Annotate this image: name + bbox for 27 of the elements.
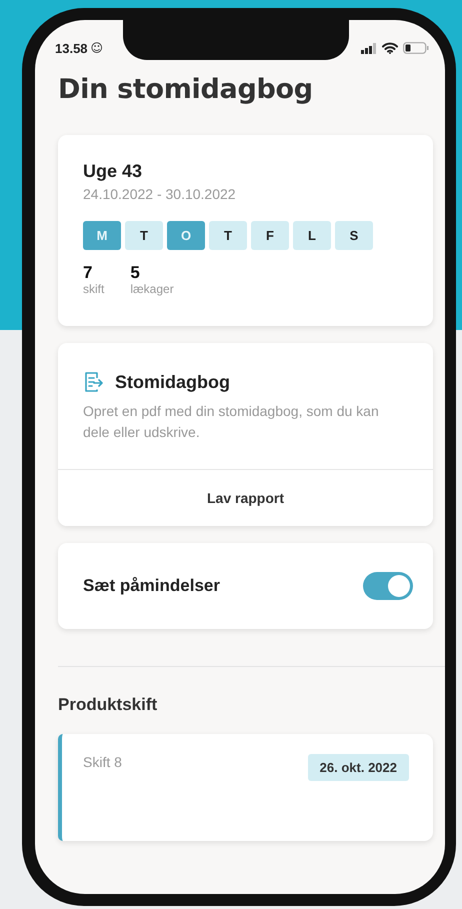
day-chip[interactable]: F <box>251 221 289 250</box>
page-title: Din stomidagbog <box>58 74 314 107</box>
status-emoji: ☺ <box>90 41 104 55</box>
stat-label: skift <box>83 282 104 296</box>
reminder-label: Sæt påmindelser <box>83 576 220 596</box>
week-title: Uge 43 <box>83 161 144 182</box>
day-chip[interactable]: T <box>125 221 163 250</box>
day-chip[interactable]: S <box>335 221 373 250</box>
stat-value: 5 <box>130 264 141 282</box>
battery-icon <box>403 42 429 54</box>
stat-label: lækager <box>130 282 174 296</box>
signal-icon <box>361 42 377 54</box>
wifi-icon <box>382 42 398 54</box>
reminder-toggle[interactable] <box>363 572 413 600</box>
report-title: Stomidagbog <box>115 372 230 392</box>
document-icon <box>83 371 105 393</box>
create-report-button[interactable]: Lav rapport <box>58 470 433 526</box>
week-dates: 24.10.2022 - 30.10.2022 <box>83 186 237 202</box>
section-title: Produktskift <box>58 695 158 715</box>
clock-time: 13.58 <box>55 40 88 56</box>
report-description: Opret en pdf med din stomidagbog, som du kan dele eller udskrive. <box>83 402 380 442</box>
product-change-card[interactable]: Skift 8 26. okt. 2022 <box>58 734 433 841</box>
date-badge: 26. okt. 2022 <box>308 754 409 781</box>
day-chip[interactable]: L <box>293 221 331 250</box>
stat-value: 7 <box>83 264 94 282</box>
day-chip[interactable]: T <box>209 221 247 250</box>
change-title: Skift 8 <box>83 754 122 770</box>
